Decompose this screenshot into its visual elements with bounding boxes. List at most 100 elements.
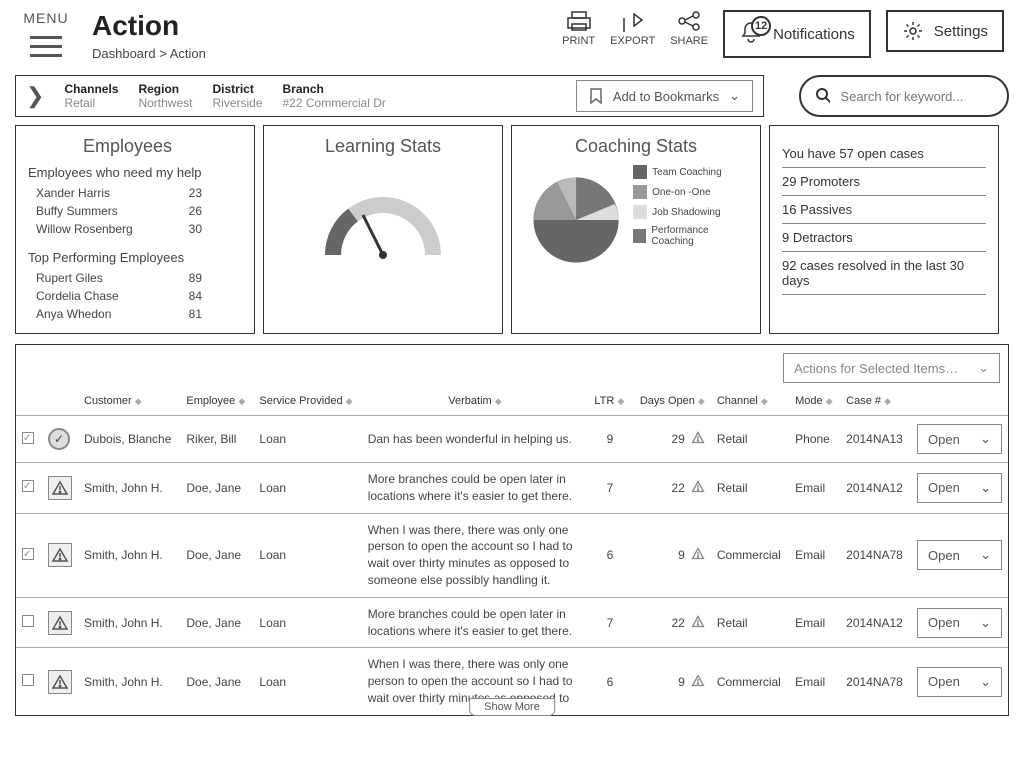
cell-employee: Doe, Jane [180, 463, 253, 514]
cell-case: 2014NA78 [840, 513, 911, 597]
col-ltr[interactable]: LTR ◆ [588, 391, 631, 416]
district-value: Riverside [212, 96, 262, 110]
notification-count: 12 [751, 16, 771, 36]
row-checkbox[interactable] [22, 432, 34, 444]
cases-table: Customer ◆ Employee ◆ Service Provided ◆… [16, 391, 1008, 715]
chevron-down-icon: ⌄ [980, 615, 991, 631]
stats-row[interactable]: 9 Detractors [782, 224, 986, 252]
employee-row[interactable]: Xander Harris23 [28, 184, 242, 202]
hamburger-icon[interactable] [20, 31, 72, 62]
row-checkbox[interactable] [22, 674, 34, 686]
cell-customer: Dubois, Blanche [78, 416, 180, 463]
employee-row[interactable]: Anya Whedon81 [28, 305, 242, 323]
search-icon [815, 87, 830, 105]
cell-verbatim: More branches could be open later in loc… [362, 597, 589, 648]
notifications-button[interactable]: 12 Notifications [723, 10, 871, 58]
cell-employee: Doe, Jane [180, 648, 253, 715]
employees-panel: Employees Employees who need my help Xan… [15, 125, 255, 334]
cell-ltr: 9 [588, 416, 631, 463]
open-case-button[interactable]: Open⌄ [917, 473, 1002, 503]
share-icon [676, 10, 702, 32]
share-button[interactable]: SHARE [670, 10, 708, 47]
header: MENU Action Dashboard > Action PRINT EXP… [0, 0, 1024, 67]
row-checkbox[interactable] [22, 548, 34, 560]
employee-row[interactable]: Rupert Giles89 [28, 269, 242, 287]
cell-days: 9 [632, 513, 711, 597]
cell-service: Loan [253, 416, 361, 463]
cell-ltr: 7 [588, 597, 631, 648]
warning-icon [691, 431, 705, 447]
print-button[interactable]: PRINT [562, 10, 595, 47]
filter-branch[interactable]: Branch #22 Commercial Dr [283, 76, 386, 116]
row-checkbox[interactable] [22, 615, 34, 627]
employee-row[interactable]: Cordelia Chase84 [28, 287, 242, 305]
col-days[interactable]: Days Open ◆ [632, 391, 711, 416]
search-input[interactable] [840, 89, 993, 104]
col-mode[interactable]: Mode ◆ [789, 391, 840, 416]
cell-mode: Phone [789, 416, 840, 463]
cell-employee: Doe, Jane [180, 513, 253, 597]
bookmark-label: Add to Bookmarks [613, 89, 719, 104]
cases-table-container: Actions for Selected Items… ⌄ Customer ◆… [15, 344, 1009, 716]
export-button[interactable]: EXPORT [610, 10, 655, 47]
actions-selected-label: Actions for Selected Items… [794, 361, 958, 376]
actions-for-selected-dropdown[interactable]: Actions for Selected Items… ⌄ [783, 353, 1000, 383]
cell-case: 2014NA12 [840, 463, 911, 514]
coaching-title: Coaching Stats [524, 136, 748, 157]
notifications-label: Notifications [773, 26, 855, 43]
cell-case: 2014NA13 [840, 416, 911, 463]
col-service[interactable]: Service Provided ◆ [253, 391, 361, 416]
menu-label: MENU [20, 10, 72, 26]
warning-icon [48, 476, 72, 500]
filter-prev-arrow[interactable]: ❯ [26, 83, 44, 109]
col-case[interactable]: Case # ◆ [840, 391, 911, 416]
open-case-button[interactable]: Open⌄ [917, 540, 1002, 570]
chevron-down-icon: ⌄ [980, 547, 991, 563]
dashboard-panels: Employees Employees who need my help Xan… [15, 125, 1009, 334]
share-label: SHARE [670, 35, 708, 47]
chevron-down-icon: ⌄ [980, 431, 991, 447]
cell-channel: Commercial [711, 513, 789, 597]
cell-customer: Smith, John H. [78, 513, 180, 597]
branch-value: #22 Commercial Dr [283, 96, 386, 110]
breadcrumb[interactable]: Dashboard > Action [92, 46, 342, 61]
row-checkbox[interactable] [22, 480, 34, 492]
open-case-button[interactable]: Open⌄ [917, 424, 1002, 454]
print-icon [566, 10, 592, 32]
filter-region[interactable]: Region Northwest [138, 76, 192, 116]
col-employee[interactable]: Employee ◆ [180, 391, 253, 416]
legend-item: Job Shadowing [633, 205, 748, 219]
coaching-pie-chart [524, 165, 628, 275]
stats-row[interactable]: 29 Promoters [782, 168, 986, 196]
stats-row[interactable]: 16 Passives [782, 196, 986, 224]
legend-item: Team Coaching [633, 165, 748, 179]
coaching-panel: Coaching Stats Team CoachingOne-on -OneJ… [511, 125, 761, 334]
col-channel[interactable]: Channel ◆ [711, 391, 789, 416]
warning-icon [48, 543, 72, 567]
cell-channel: Retail [711, 416, 789, 463]
settings-button[interactable]: Settings [886, 10, 1004, 52]
employee-row[interactable]: Willow Rosenberg30 [28, 220, 242, 238]
open-case-button[interactable]: Open⌄ [917, 608, 1002, 638]
learning-gauge [318, 180, 448, 260]
gear-icon [902, 20, 924, 42]
cell-employee: Riker, Bill [180, 416, 253, 463]
open-case-button[interactable]: Open⌄ [917, 667, 1002, 697]
col-verbatim[interactable]: Verbatim ◆ [362, 391, 589, 416]
col-customer[interactable]: Customer ◆ [78, 391, 180, 416]
stats-row[interactable]: 92 cases resolved in the last 30 days [782, 252, 986, 295]
cell-days: 22 [632, 597, 711, 648]
filter-district[interactable]: District Riverside [212, 76, 262, 116]
filter-channels[interactable]: Channels Retail [64, 76, 118, 116]
channels-value: Retail [64, 96, 118, 110]
cell-ltr: 6 [588, 648, 631, 715]
show-more-button[interactable]: Show More [469, 698, 555, 716]
add-bookmark-button[interactable]: Add to Bookmarks ⌄ [576, 80, 753, 112]
employee-row[interactable]: Buffy Summers26 [28, 202, 242, 220]
warning-icon [48, 611, 72, 635]
cell-mode: Email [789, 463, 840, 514]
bookmark-icon [589, 87, 603, 105]
stats-row[interactable]: You have 57 open cases [782, 140, 986, 168]
chevron-down-icon: ⌄ [980, 480, 991, 496]
search-bar[interactable] [799, 75, 1009, 117]
